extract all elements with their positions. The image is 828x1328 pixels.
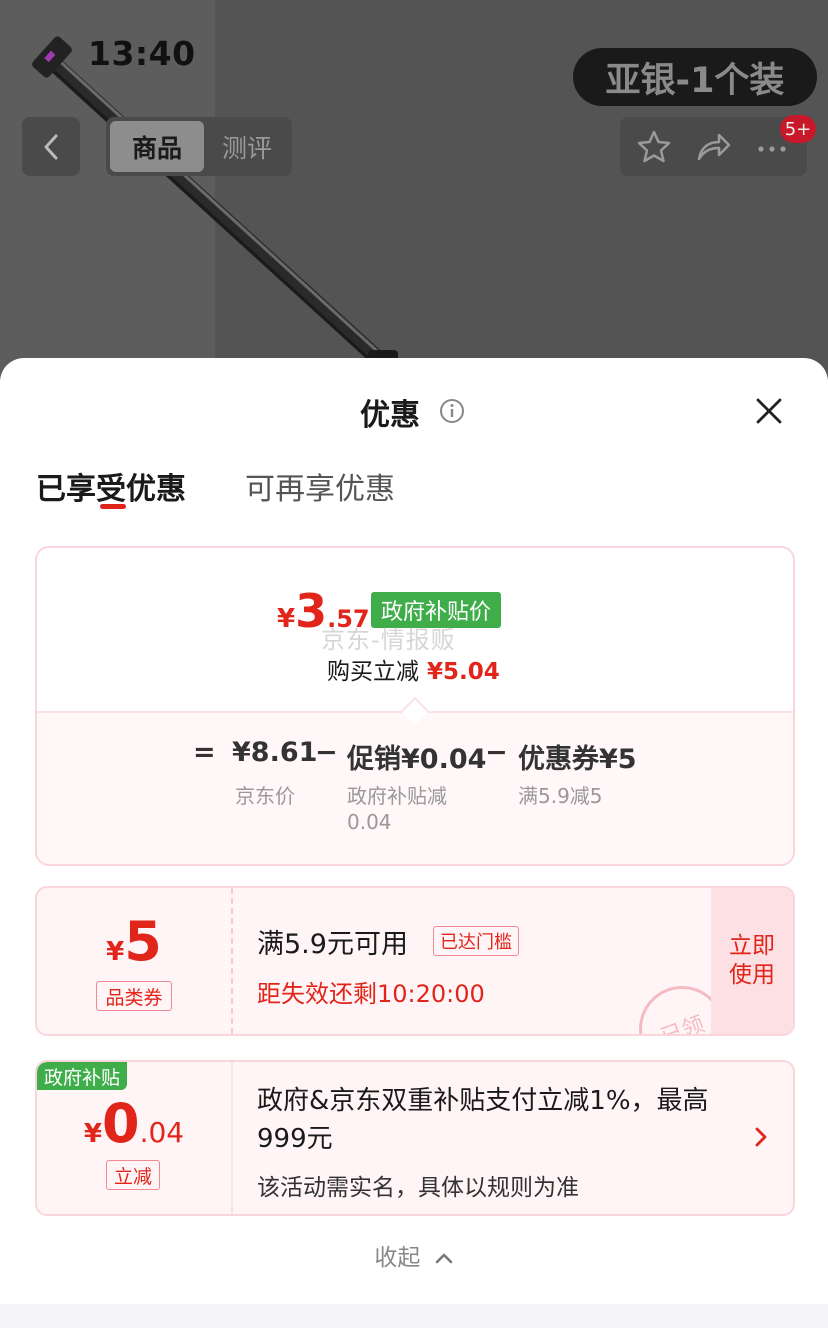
category-coupon-card[interactable]: ¥5 品类券 满5.9元可用 已达门槛 距失效还剩10:20:00 已领 立即使… — [35, 886, 795, 1036]
gov-value-int: 0 — [101, 1092, 140, 1155]
chevron-up-icon — [435, 1253, 452, 1264]
gov-description: 政府&京东双重补贴支付立减1%，最高999元 — [257, 1086, 709, 1154]
gov-note: 该活动需实名，具体以规则为准 — [257, 1175, 579, 1201]
coupon-currency: ¥ — [106, 937, 125, 967]
info-icon[interactable] — [439, 398, 465, 424]
tab-enjoyed-discounts[interactable]: 已享受优惠 — [36, 464, 186, 508]
notification-badge: 5+ — [780, 115, 816, 143]
price-summary-card: ¥ 3 .57 政府补贴价 京东-情报贩 购买立减 ¥5.04 = ¥8.61 −… — [35, 546, 795, 866]
gov-value-dec: .04 — [139, 1116, 185, 1149]
coupon-label: 满5.9减5 — [518, 784, 603, 808]
gov-subsidy-label: 政府补贴 — [37, 1062, 128, 1090]
star-icon[interactable] — [636, 129, 672, 165]
product-tabs: 商品 测评 — [106, 117, 292, 176]
share-icon[interactable] — [695, 129, 731, 165]
coupon-countdown: 距失效还剩10:20:00 — [257, 980, 485, 1008]
tab-review[interactable]: 测评 — [204, 121, 290, 172]
gov-currency: ¥ — [83, 1119, 102, 1149]
gov-subsidy-card[interactable]: 政府补贴 ¥0.04 立减 政府&京东双重补贴支付立减1%，最高999元 该活动… — [35, 1060, 795, 1216]
instant-reduction: 购买立减 ¥5.04 — [327, 652, 500, 686]
gov-divider — [231, 1062, 233, 1214]
coupon-type-badge: 品类券 — [96, 981, 172, 1011]
sheet-title-text: 优惠 — [360, 398, 420, 433]
coupon-divider — [231, 888, 233, 1034]
minus-sign-2: − — [485, 737, 508, 768]
jd-price-label: 京东价 — [235, 784, 295, 808]
back-button[interactable] — [22, 117, 80, 176]
discount-sheet: 优惠 已享受优惠 可再享优惠 ¥ 3 .57 政府补贴价 京东-情报贩 购买立减… — [0, 358, 828, 1304]
price-currency: ¥ — [277, 604, 296, 634]
close-icon[interactable] — [754, 396, 784, 426]
tab-product[interactable]: 商品 — [110, 121, 204, 172]
tab-more-discounts[interactable]: 可再享优惠 — [245, 464, 395, 508]
use-now-button[interactable]: 立即使用 — [711, 888, 793, 1034]
reduction-amount: ¥5.04 — [427, 659, 500, 685]
coupon-condition: 满5.9元可用 — [257, 929, 408, 960]
instant-cut-badge: 立减 — [106, 1160, 160, 1190]
coupon-value: ¥5 — [37, 910, 231, 973]
threshold-reached-badge: 已达门槛 — [433, 926, 519, 956]
status-time: 13:40 — [88, 34, 196, 73]
sheet-title: 优惠 — [0, 390, 828, 434]
collapse-label: 收起 — [374, 1245, 421, 1271]
chevron-right-icon[interactable] — [751, 1124, 771, 1150]
tab-indicator — [100, 504, 126, 509]
coupon-number: 5 — [124, 910, 162, 973]
watermark: 京东-情报贩 — [321, 626, 456, 654]
use-now-label: 立即使用 — [729, 933, 775, 988]
gov-value: ¥0.04 — [37, 1092, 231, 1155]
minus-sign-1: − — [315, 737, 338, 768]
coupon-amount: 优惠券¥5 — [518, 744, 637, 775]
promo-label: 政府补贴减0.04 — [347, 784, 447, 834]
promo-amount: 促销¥0.04 — [347, 744, 487, 775]
summary-top: ¥ 3 .57 政府补贴价 京东-情报贩 购买立减 ¥5.04 — [37, 548, 793, 711]
product-cable-image — [32, 36, 398, 373]
header-actions — [620, 117, 807, 176]
collapse-button[interactable]: 收起 — [0, 1238, 828, 1272]
reduction-label: 购买立减 — [327, 659, 419, 685]
chevron-left-icon — [44, 134, 58, 159]
equals-sign: = — [193, 737, 216, 768]
jd-price: ¥8.61 — [232, 737, 318, 768]
price-breakdown: = ¥8.61 − 促销¥0.04 − 优惠券¥5 京东价 政府补贴减0.04 … — [37, 711, 793, 864]
sku-badge: 亚银-1个装 — [573, 48, 817, 106]
